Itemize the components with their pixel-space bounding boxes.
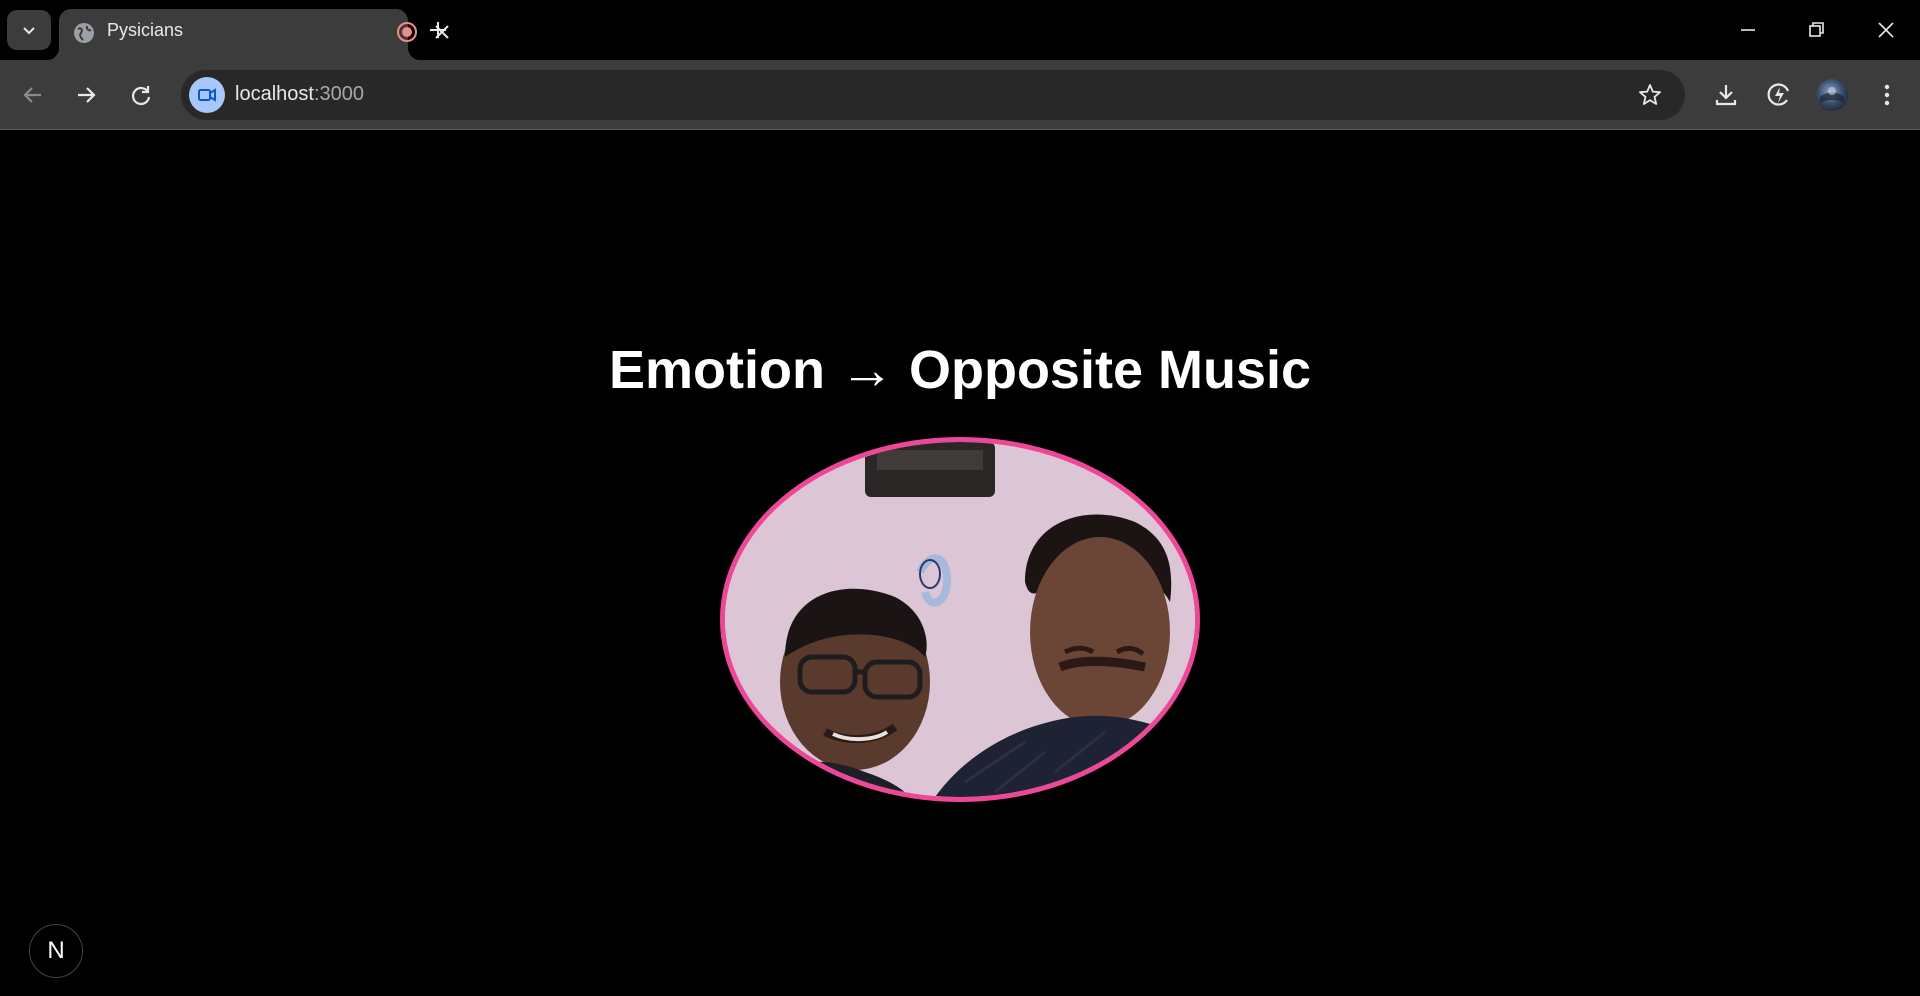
more-menu-icon[interactable] [1870,78,1904,112]
profile-avatar[interactable] [1816,79,1848,111]
chevron-down-icon [23,27,35,35]
tab-curve-left [47,48,59,60]
tab-strip: Pysicians [0,0,1920,60]
webcam-feed [720,437,1200,802]
url-port: :3000 [313,83,364,105]
tab-curve-right [408,48,420,60]
page-title: Emotion → Opposite Music [608,340,1312,400]
address-bar[interactable]: localhost:3000 [181,70,1685,120]
reload-icon[interactable] [125,79,157,111]
webcam-video-frame [725,442,1195,797]
browser-toolbar: localhost:3000 [0,60,1920,130]
nextjs-dev-badge[interactable]: N [29,924,83,978]
recording-icon [397,22,417,42]
restore-icon[interactable] [1800,14,1832,46]
url-text: localhost:3000 [235,83,364,106]
avatar-image [1820,87,1844,103]
globe-icon [74,23,94,43]
new-tab-icon[interactable] [424,16,452,44]
nextjs-logo-text: N [47,937,65,964]
url-host: localhost [235,83,314,105]
performance-icon[interactable] [1762,78,1796,112]
page-viewport: Emotion → Opposite Music N [0,130,1920,996]
site-info-button[interactable] [189,77,225,113]
tab-active[interactable]: Pysicians [59,9,449,60]
back-arrow-icon[interactable] [17,79,49,111]
minimize-icon[interactable] [1732,14,1764,46]
video-camera-icon [198,88,216,102]
close-window-icon[interactable] [1870,14,1902,46]
download-icon[interactable] [1709,78,1743,112]
bookmark-star-icon[interactable] [1637,82,1663,108]
tab-title: Pysicians [107,20,184,40]
forward-arrow-icon[interactable] [70,79,102,111]
tab-search-button[interactable] [7,10,51,50]
